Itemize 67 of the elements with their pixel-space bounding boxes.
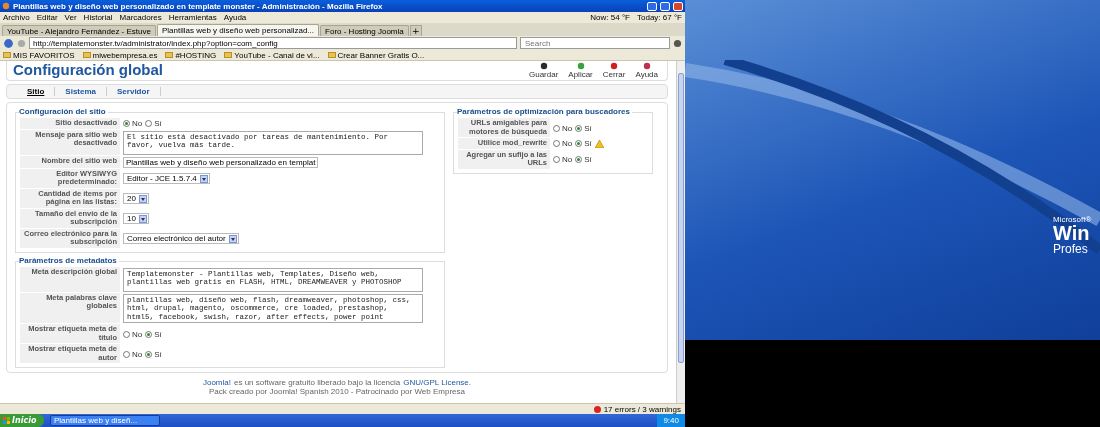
clock-text: 9:40 (663, 416, 679, 425)
bookmark-item[interactable]: miwebempresa.es (82, 50, 158, 60)
menu-item[interactable]: Marcadores (119, 13, 162, 22)
dropdown[interactable]: 20 (123, 193, 149, 204)
toolbar-button[interactable]: Cerrar (599, 62, 629, 79)
menu-item[interactable]: Ayuda (223, 13, 247, 22)
weather-text: Now: 54 °F (590, 13, 630, 22)
dropdown[interactable]: Editor - JCE 1.5.7.4 (123, 173, 210, 184)
menu-item[interactable]: Archivo (3, 13, 30, 22)
bookmark-item[interactable]: YouTube - Canal de vi... (224, 50, 320, 60)
radio-option[interactable]: No (553, 123, 573, 133)
section-tab[interactable]: Sistema (55, 87, 108, 96)
status-text: 17 errors / 3 warnings (603, 404, 681, 414)
radio-option[interactable]: Sí (145, 119, 162, 129)
bookmark-item[interactable]: Crear Banner Gratis O... (327, 50, 425, 60)
start-button[interactable]: Inicio (0, 414, 44, 427)
toolbar-button[interactable]: Guardar (525, 62, 562, 79)
maximize-button[interactable] (660, 1, 670, 11)
error-icon (593, 405, 601, 413)
radio-option[interactable]: Sí (575, 155, 592, 164)
section-title: Parámetros de optimización para buscadores (457, 107, 632, 117)
minimize-button[interactable] (647, 1, 657, 11)
radio-option[interactable]: Sí (575, 123, 592, 133)
browser-tab[interactable]: Foro - Hosting Joomla (320, 25, 409, 36)
window-title: Plantillas web y diseño web personalizado en template monster - Administración - Mozilla Firefox (13, 1, 384, 11)
menu-item[interactable]: Editar (36, 13, 58, 22)
section-title: Parámetros de metadatos (19, 255, 119, 266)
desktop-logo-text: Microsoft® (1053, 215, 1092, 224)
radio-option[interactable]: No (553, 139, 573, 149)
radio-option[interactable]: Sí (575, 139, 592, 149)
footer-text: es un software gratuito liberado bajo la licencia (233, 378, 401, 387)
text-field[interactable]: Plantillas web y diseño web personalizado en templat (123, 156, 319, 168)
close-button[interactable] (673, 1, 683, 11)
radio-option[interactable]: No (123, 119, 143, 129)
taskbar-button[interactable]: Plantillas web y diseñ... (50, 415, 160, 426)
menu-item[interactable]: Herramientas (168, 13, 217, 22)
new-tab-button[interactable]: + (409, 25, 422, 36)
section-title: Configuración del sitio (19, 107, 108, 117)
address-bar[interactable]: http://templatemonster.tv/administrator/index.php?option=com_config (29, 37, 517, 49)
radio-option[interactable]: Sí (145, 349, 162, 359)
dropdown[interactable]: Correo electrónico del autor (123, 233, 239, 244)
menu-item[interactable]: Ver (64, 13, 77, 22)
toolbar-button[interactable]: Aplicar (565, 62, 596, 79)
browser-tab[interactable]: YouTube - Alejandro Fernández - Estuve (2, 25, 156, 36)
bookmark-item[interactable]: MIS FAVORITOS (3, 50, 75, 60)
browser-logo-icon (2, 2, 10, 10)
toolbar-button[interactable]: Ayuda (632, 62, 661, 79)
search-field[interactable]: Search (520, 37, 670, 49)
browser-tab[interactable]: Plantillas web y diseño web personalizad... (156, 24, 320, 36)
section-tab[interactable]: Servidor (107, 87, 161, 96)
radio-option[interactable]: No (123, 329, 143, 339)
radio-option[interactable]: Sí (145, 329, 162, 339)
footer-text: Pack creado por Joomla! Spanish 2010 - Patrocinado por Web Empresa (209, 387, 465, 396)
desktop-logo-text: Profes (1053, 242, 1089, 256)
scrollbar[interactable] (676, 61, 685, 403)
footer-link[interactable]: GNU/GPL License. (403, 378, 472, 387)
section-tab[interactable]: Sitio (17, 87, 56, 96)
page-title: Configuración global (13, 62, 163, 78)
weather-text: Today: 67 °F (637, 13, 682, 22)
radio-option[interactable]: No (553, 155, 573, 164)
radio-option[interactable]: No (123, 349, 143, 359)
desktop-logo-text: Win (1053, 224, 1091, 242)
footer-link[interactable]: Joomla! (202, 378, 231, 387)
dropdown[interactable]: 10 (123, 213, 149, 224)
bookmark-item[interactable]: #HOSTING (165, 50, 217, 60)
menu-item[interactable]: Historial (83, 13, 113, 22)
windows-logo-icon (3, 417, 10, 424)
